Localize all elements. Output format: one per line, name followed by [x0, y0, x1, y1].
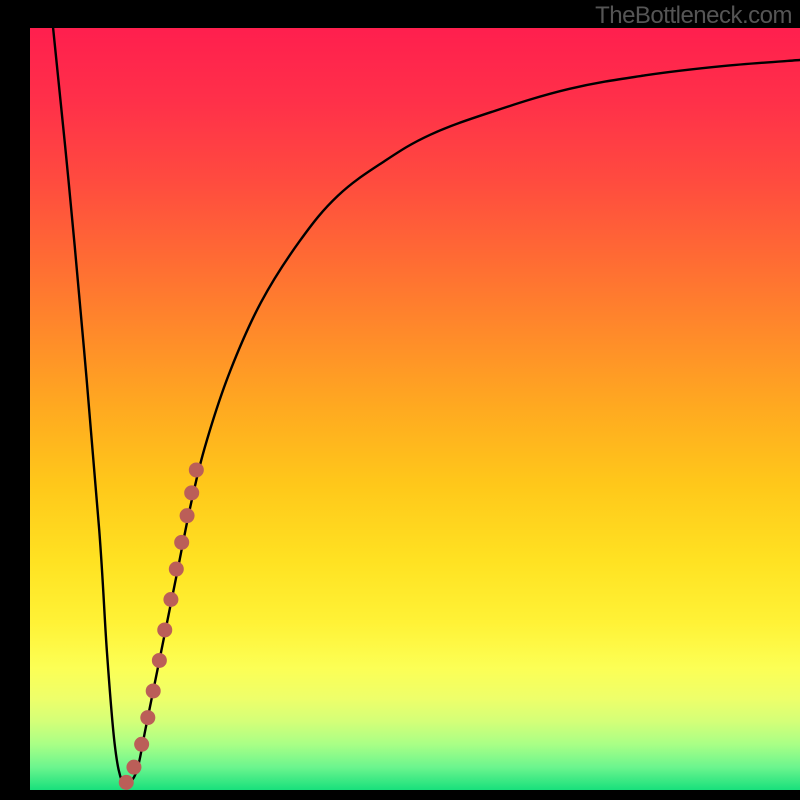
- sample-dot: [152, 653, 167, 668]
- sample-dot: [119, 775, 134, 790]
- sample-dot: [126, 760, 141, 775]
- frame: [0, 790, 800, 800]
- bottleneck-chart: [0, 0, 800, 800]
- sample-dot: [180, 508, 195, 523]
- chart-stage: TheBottleneck.com: [0, 0, 800, 800]
- attribution-label: TheBottleneck.com: [595, 2, 792, 30]
- sample-dot: [134, 737, 149, 752]
- frame: [0, 0, 30, 800]
- sample-dot: [174, 535, 189, 550]
- sample-dot: [189, 462, 204, 477]
- sample-dot: [140, 710, 155, 725]
- sample-dot: [146, 683, 161, 698]
- sample-dot: [163, 592, 178, 607]
- sample-dot: [169, 562, 184, 577]
- sample-dot: [157, 622, 172, 637]
- sample-dot: [184, 485, 199, 500]
